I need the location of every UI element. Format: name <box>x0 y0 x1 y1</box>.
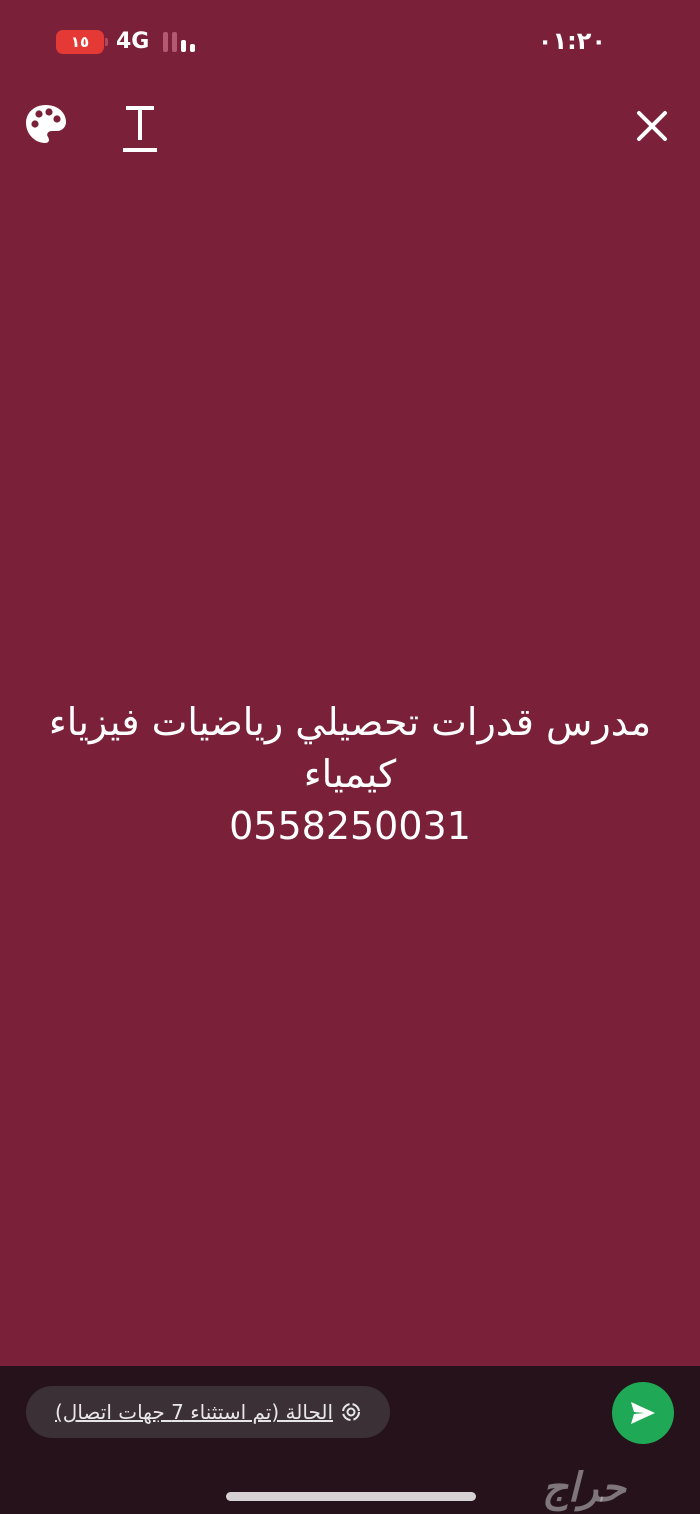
status-ring-icon <box>341 1402 361 1422</box>
close-button[interactable] <box>630 104 674 148</box>
palette-icon <box>26 105 66 143</box>
clock: ٠١:٢٠ <box>537 27 606 55</box>
network-type: 4G <box>116 29 150 54</box>
battery-indicator: ١٥ <box>56 30 108 54</box>
status-bar: ١٥ 4G ٠١:٢٠ <box>0 0 700 90</box>
status-privacy-label: الحالة (تم استثناء 7 جهات اتصال) <box>55 1400 333 1424</box>
close-icon <box>637 111 667 141</box>
text-format-icon <box>123 106 157 152</box>
home-indicator[interactable] <box>226 1492 476 1501</box>
battery-level: ١٥ <box>70 33 90 51</box>
signal-strength-icon <box>163 32 199 52</box>
send-button[interactable] <box>612 1382 674 1444</box>
palette-button[interactable] <box>24 102 68 146</box>
status-privacy-button[interactable]: الحالة (تم استثناء 7 جهات اتصال) <box>26 1386 390 1438</box>
send-icon <box>631 1402 655 1424</box>
text-style-button[interactable] <box>120 100 162 156</box>
bottom-bar: الحالة (تم استثناء 7 جهات اتصال) حراج <box>0 1366 700 1514</box>
watermark-logo: حراج <box>542 1465 626 1511</box>
status-text[interactable]: مدرس قدرات تحصيلي رياضيات فيزياء كيمياء … <box>20 696 680 852</box>
